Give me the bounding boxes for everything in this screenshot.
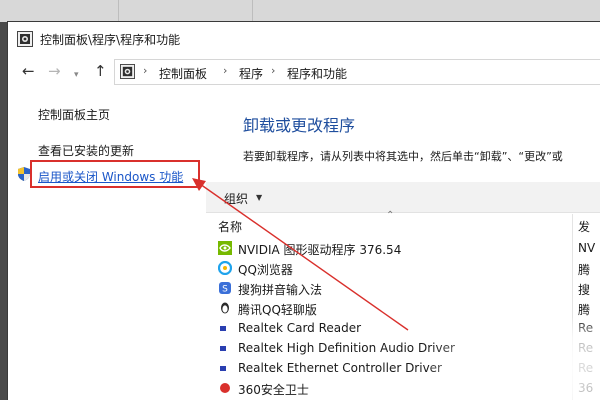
breadcrumb-programs[interactable]: 程序 [239,65,263,82]
column-header-name[interactable]: 名称 [218,218,242,235]
navigation-bar: ← → ▾ ↑ › 控制面板 › 程序 › 程序和功能 [8,58,600,86]
nvidia-icon [218,241,232,255]
address-bar[interactable]: › 控制面板 › 程序 › 程序和功能 [114,59,600,85]
program-publisher: 搜 [578,283,591,297]
organize-dropdown-icon[interactable]: ▼ [256,193,262,202]
realtek-icon [220,326,226,331]
command-toolbar: 组织 ▼ [206,182,600,213]
control-panel-icon [17,31,33,47]
program-name: Realtek Ethernet Controller Driver [238,361,442,375]
programs-list-pane: 卸载或更改程序 若要卸载程序，请从列表中将其选中，然后单击“卸载”、“更改”或 … [206,88,600,400]
program-publisher: NV [578,241,596,255]
organize-button[interactable]: 组织 [224,190,248,207]
sogou-icon: S [219,282,231,295]
realtek-ethernet-icon [220,366,226,371]
list-item[interactable]: NVIDIA 图形驱动程序 376.54 NV [206,238,600,258]
program-publisher: 腾 [578,303,591,317]
qq-icon [221,302,229,314]
list-item[interactable]: QQ浏览器 腾 [206,258,600,278]
program-name: 搜狗拼音输入法 [238,283,323,297]
breadcrumb-separator: › [271,64,276,77]
up-button[interactable]: ↑ [94,62,107,80]
program-publisher: Re [578,361,594,375]
list-item[interactable]: Realtek Card Reader Re [206,318,600,338]
control-panel-home-link[interactable]: 控制面板主页 [38,106,110,123]
title-bar: 控制面板\程序\程序和功能 [8,22,600,56]
background-tab [0,0,119,22]
list-item[interactable]: 360安全卫士 36 [206,378,600,398]
background-window-strip [0,0,600,22]
programs-and-features-window: 控制面板\程序\程序和功能 ← → ▾ ↑ › 控制面板 › 程序 › 程序和功… [8,22,600,400]
program-publisher: 腾 [578,263,591,277]
list-item[interactable]: S 搜狗拼音输入法 搜 [206,278,600,298]
list-item[interactable]: 腾讯QQ轻聊版 腾 [206,298,600,318]
background-tab [118,0,253,22]
breadcrumb-programs-and-features[interactable]: 程序和功能 [287,65,347,82]
program-name: Realtek High Definition Audio Driver [238,341,455,355]
realtek-audio-icon [220,346,226,351]
program-name: 360安全卫士 [238,383,309,397]
breadcrumb-separator: › [143,64,148,77]
program-name: QQ浏览器 [238,263,293,277]
program-publisher: Re [578,341,594,355]
column-header-publisher[interactable]: 发 [578,218,590,235]
control-panel-icon [120,64,135,79]
page-description: 若要卸载程序，请从列表中将其选中，然后单击“卸载”、“更改”或 [243,150,563,163]
breadcrumb-separator: › [223,64,228,77]
program-icon [220,383,230,393]
program-name: 腾讯QQ轻聊版 [238,303,317,317]
breadcrumb-control-panel[interactable]: 控制面板 [159,65,207,82]
list-item[interactable]: Realtek High Definition Audio Driver Re [206,338,600,358]
program-name: NVIDIA 图形驱动程序 376.54 [238,243,402,257]
list-item[interactable]: Realtek Ethernet Controller Driver Re [206,358,600,378]
red-highlight-box [30,160,200,188]
left-task-pane: 控制面板主页 查看已安装的更新 启用或关闭 Windows 功能 [8,88,204,400]
view-installed-updates-link[interactable]: 查看已安装的更新 [38,142,134,159]
program-name: Realtek Card Reader [238,321,362,335]
sort-ascending-icon: ⌃ [386,210,395,221]
page-title: 卸载或更改程序 [243,116,356,135]
program-publisher: 36 [578,381,594,395]
program-publisher: Re [578,321,594,335]
forward-button[interactable]: → [48,62,61,80]
window-title: 控制面板\程序\程序和功能 [40,33,181,47]
qq-browser-icon [218,261,232,275]
recent-locations-dropdown[interactable]: ▾ [74,66,79,84]
back-button[interactable]: ← [22,62,35,80]
svg-text:S: S [222,285,228,295]
